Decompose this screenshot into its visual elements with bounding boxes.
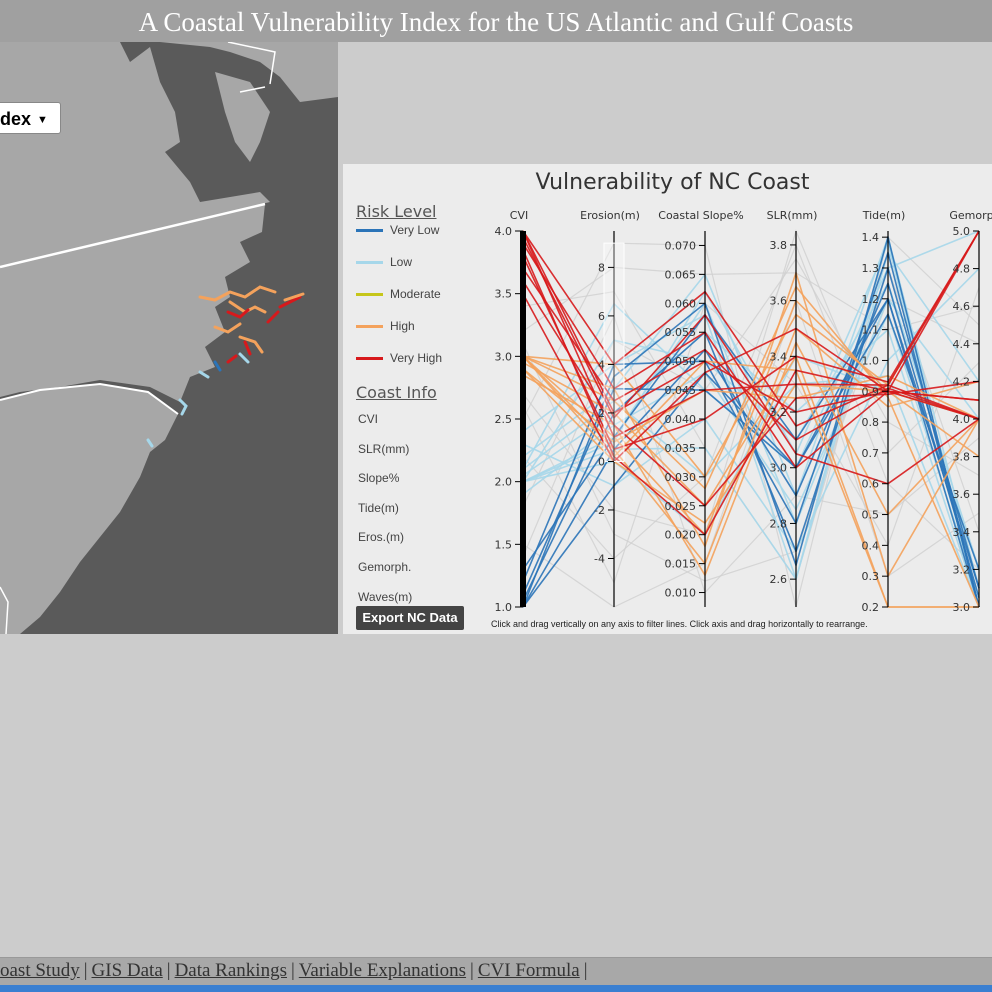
tick-label: 1.5	[495, 538, 513, 551]
tick-label: 1.4	[862, 231, 880, 244]
tick-label: 0.4	[862, 539, 880, 552]
footer-link[interactable]: GIS Data	[92, 960, 163, 981]
tick-label: 5.0	[953, 225, 971, 238]
tick-label: 3.5	[495, 288, 513, 301]
tick-label: 0.6	[862, 478, 880, 491]
tick-label: 0.7	[862, 447, 880, 460]
tick-label: 1.0	[495, 601, 513, 614]
footer-separator: |	[290, 960, 295, 981]
axis-brush[interactable]	[603, 242, 625, 462]
tick-label: 4.0	[953, 413, 971, 426]
tick-label: 8	[598, 261, 605, 274]
axis-cvi[interactable]: CVI 1.0 1.5 2.0 2.5 3.0 3.5 4.0	[495, 209, 529, 614]
tick-label: 1.3	[862, 262, 880, 275]
tick-label: 4.6	[953, 300, 971, 313]
tick-label: 1.2	[862, 293, 880, 306]
tick-label: 0.050	[665, 355, 697, 368]
tick-label: 0.5	[862, 509, 880, 522]
footer-nav: oast Study | GIS Data | Data Rankings | Variab…	[0, 957, 992, 985]
caret-down-icon: ▼	[37, 114, 48, 126]
tick-label: 2	[598, 407, 605, 420]
tick-label: 0.010	[665, 587, 697, 600]
tick-label: 0.030	[665, 471, 697, 484]
page-title: A Coastal Vulnerability Index for the US…	[0, 0, 992, 42]
tick-label: 3.2	[770, 406, 788, 419]
tick-label: 3.4	[770, 350, 788, 363]
tick-label: 3.8	[770, 239, 788, 252]
tick-label: 0.035	[665, 442, 697, 455]
tick-label: 3.4	[953, 526, 971, 539]
tick-label: 0.8	[862, 416, 880, 429]
tick-label: 3.6	[953, 488, 971, 501]
tick-label: 4.4	[953, 338, 971, 351]
axis-title: CVI	[510, 209, 528, 222]
tick-label: -2	[594, 504, 605, 517]
land-south-carolina	[0, 384, 178, 634]
tick-label: 3.0	[953, 601, 971, 614]
tick-label: 2.0	[495, 476, 513, 489]
footer-separator: |	[470, 960, 474, 981]
tick-label: 1.0	[862, 354, 880, 367]
footer-link[interactable]: oast Study	[0, 960, 80, 981]
tick-label: 4.0	[495, 225, 513, 238]
tick-label: 1.1	[862, 324, 880, 337]
tick-label: 0.040	[665, 413, 697, 426]
tick-label: 0.025	[665, 500, 697, 513]
tick-label: 3.0	[770, 462, 788, 475]
tick-label: 3.0	[495, 350, 513, 363]
tick-label: 2.6	[770, 573, 788, 586]
footer-separator: |	[583, 960, 588, 981]
tick-label: 0.9	[862, 385, 880, 398]
tick-label: 6	[598, 310, 605, 323]
axis-title: Coastal Slope%	[658, 209, 743, 222]
index-selector[interactable]: dex ▼	[0, 102, 61, 134]
tick-label: 0.060	[665, 297, 697, 310]
tick-label: 0.070	[665, 239, 697, 252]
coastal-map[interactable]: dex ▼	[0, 42, 338, 634]
tick-label: 4.8	[953, 263, 971, 276]
data-line	[522, 249, 980, 536]
footer-link[interactable]: CVI Formula	[478, 960, 580, 981]
tick-label: 0	[598, 455, 605, 468]
tick-label: 4.2	[953, 375, 971, 388]
tick-label: 0.065	[665, 268, 697, 281]
tick-label: -4	[594, 552, 605, 565]
tick-label: 0.2	[862, 601, 880, 614]
tick-label: 4	[598, 358, 605, 371]
footer-link[interactable]: Variable Explanations	[299, 960, 466, 981]
parallel-coordinates-chart[interactable]: CVI 1.0 1.5 2.0 2.5 3.0 3.5 4.0 Erosion(m) -4 -2 0 2…	[343, 164, 992, 634]
window-bottom-strip	[0, 985, 992, 992]
tick-label: 0.045	[665, 384, 697, 397]
index-selector-label: dex	[0, 109, 32, 129]
tick-label: 0.055	[665, 326, 697, 339]
tick-label: 3.6	[770, 295, 788, 308]
tick-label: 0.020	[665, 529, 697, 542]
tick-label: 0.3	[862, 570, 880, 583]
footer-separator: |	[166, 960, 171, 981]
axis-title: Gemorph	[949, 209, 992, 222]
chart-hint: Click and drag vertically on any axis to…	[491, 619, 868, 629]
footer-separator: |	[83, 960, 88, 981]
vulnerability-panel: Vulnerability of NC Coast Risk Level Ver…	[343, 164, 992, 634]
tick-label: 0.015	[665, 558, 697, 571]
land-delmarva	[215, 72, 270, 162]
series-very-low	[522, 234, 980, 608]
tick-label: 2.5	[495, 413, 513, 426]
axis-title: Tide(m)	[862, 209, 906, 222]
tick-label: 2.8	[770, 517, 788, 530]
axis-title: SLR(mm)	[767, 209, 818, 222]
tick-label: 3.2	[953, 563, 971, 576]
tick-label: 3.8	[953, 451, 971, 464]
axis-title: Erosion(m)	[580, 209, 640, 222]
footer-link[interactable]: Data Rankings	[175, 960, 287, 981]
